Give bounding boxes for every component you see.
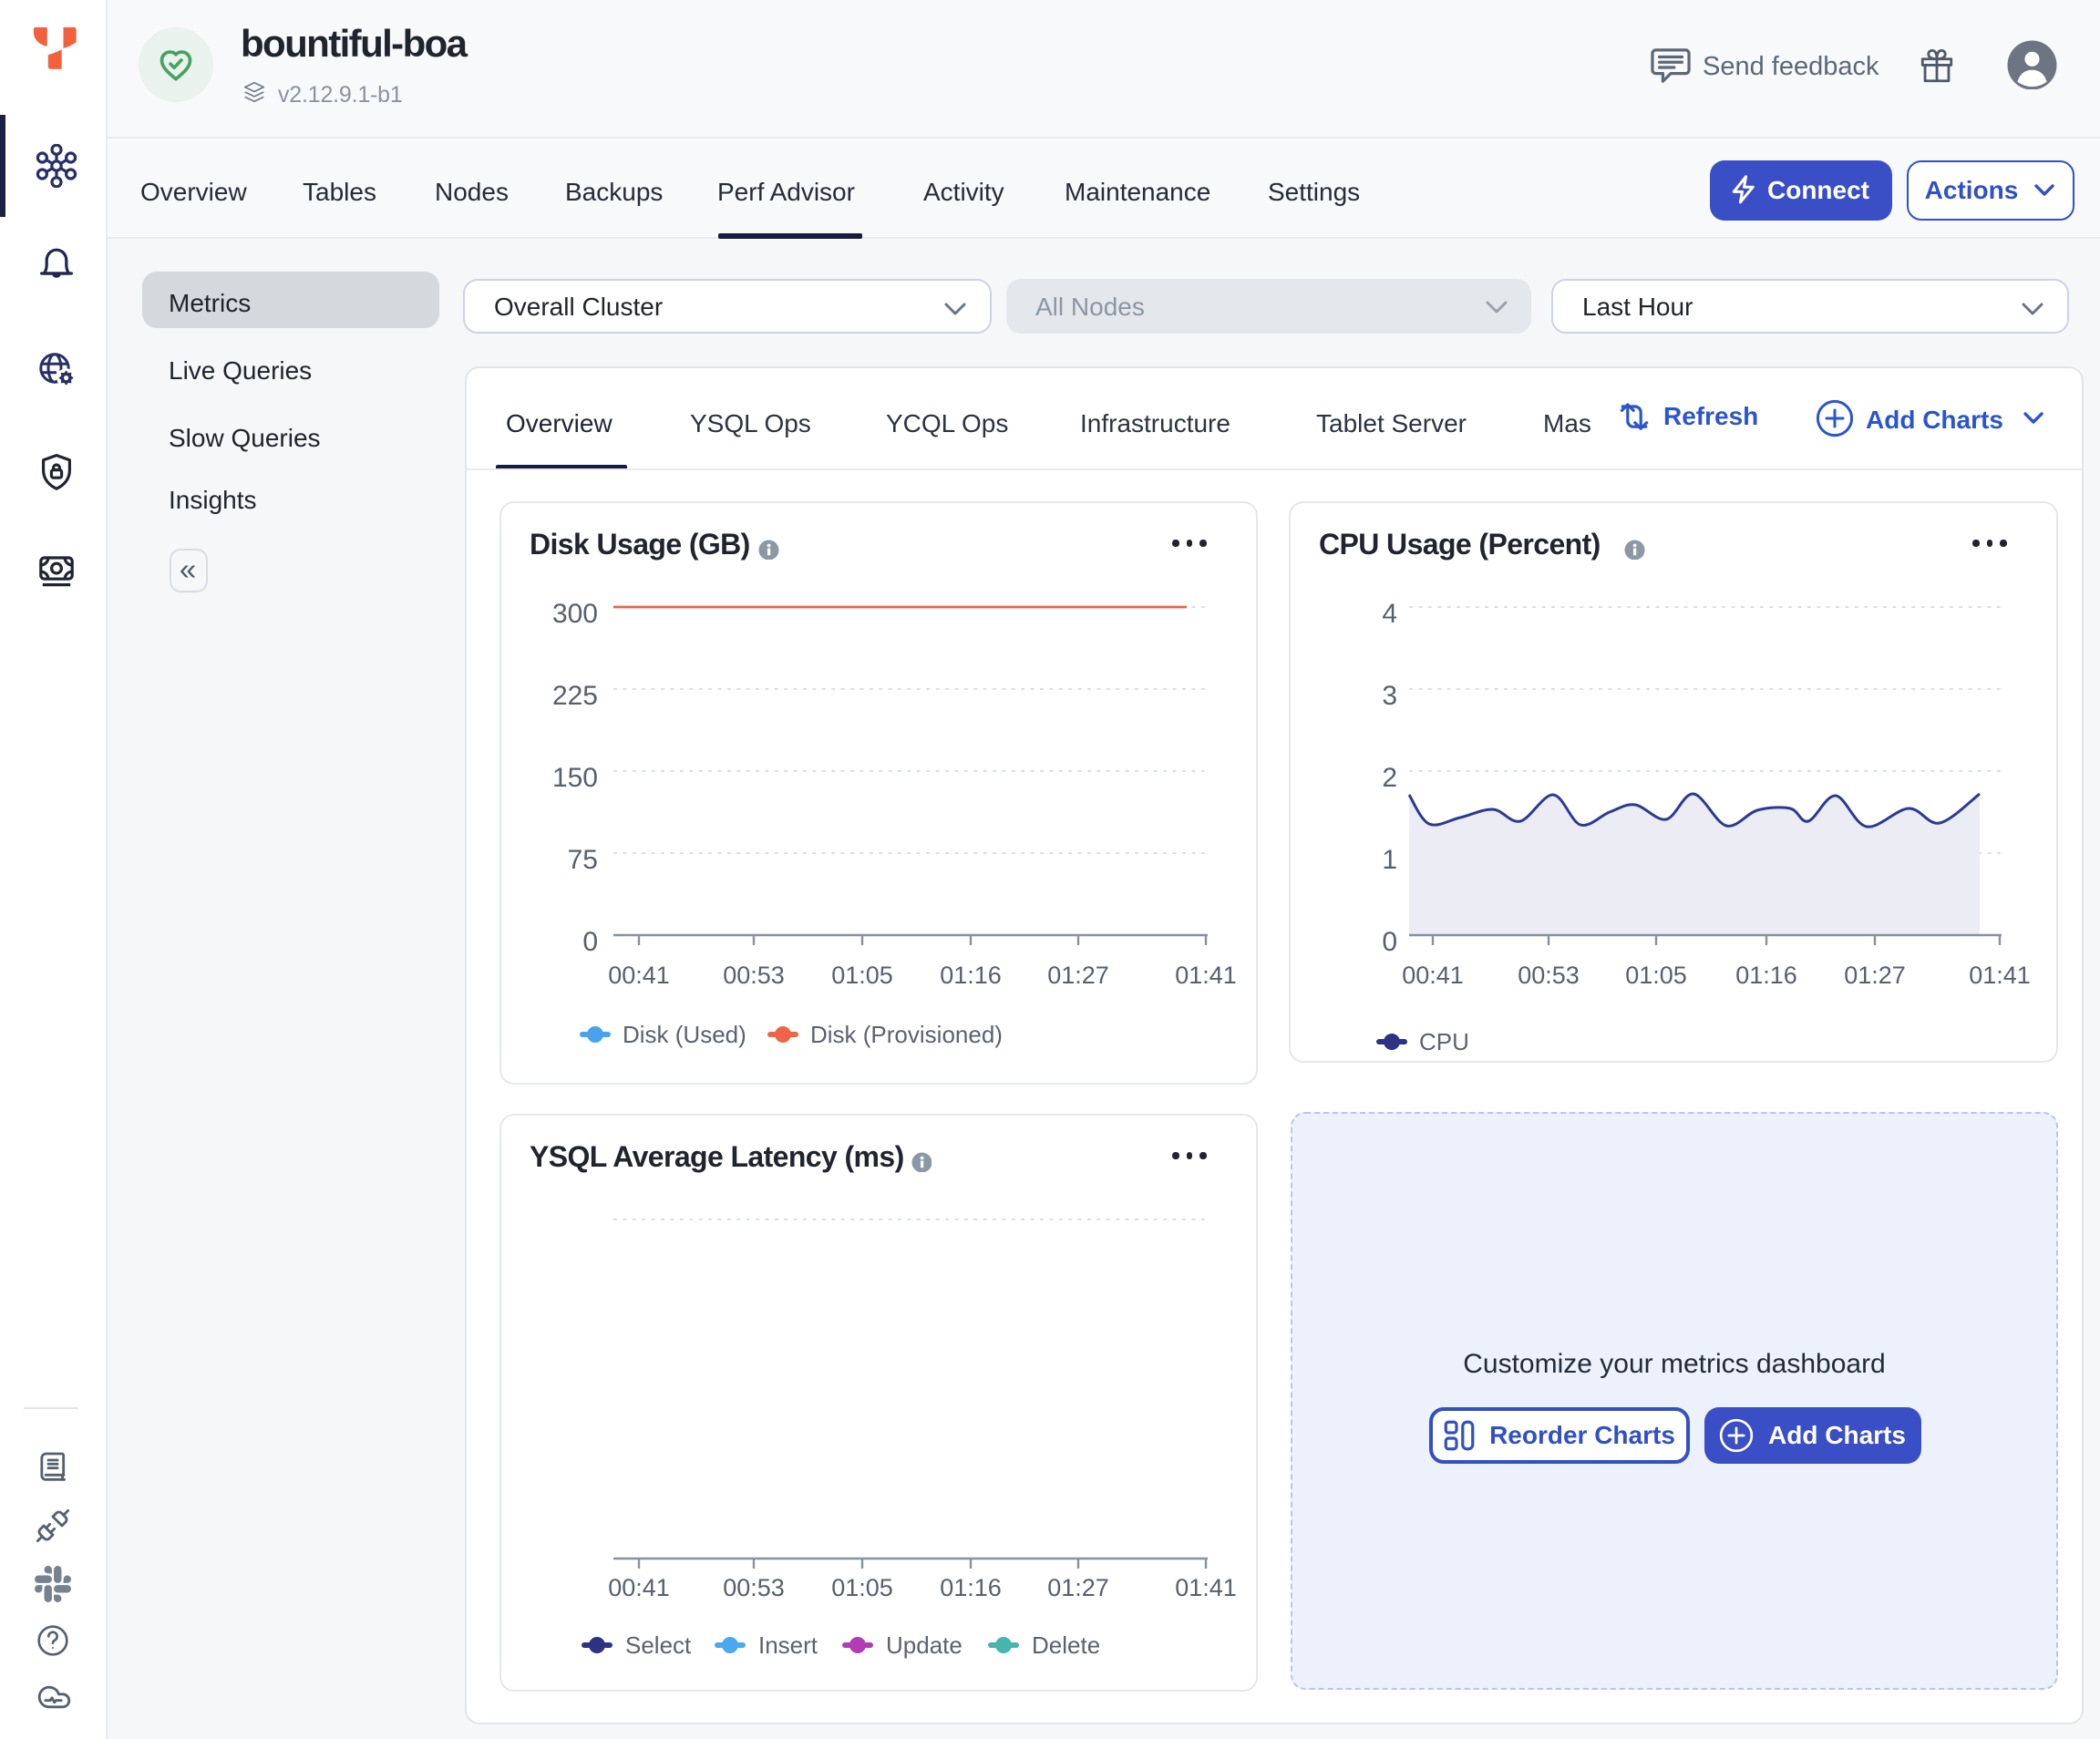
svg-text:3: 3: [1382, 681, 1397, 711]
svg-text:01:16: 01:16: [940, 962, 1002, 989]
svg-text:01:05: 01:05: [1625, 962, 1687, 989]
svg-text:01:41: 01:41: [1175, 962, 1237, 989]
svg-text:01:05: 01:05: [831, 962, 893, 989]
svg-text:01:16: 01:16: [940, 1574, 1002, 1601]
svg-text:1: 1: [1382, 845, 1397, 875]
svg-text:150: 150: [552, 763, 598, 793]
svg-text:01:27: 01:27: [1047, 1574, 1109, 1601]
svg-text:0: 0: [582, 927, 598, 957]
svg-text:00:41: 00:41: [608, 1574, 670, 1601]
svg-text:01:41: 01:41: [1969, 962, 2031, 989]
svg-text:01:16: 01:16: [1735, 962, 1797, 989]
svg-text:225: 225: [552, 681, 598, 711]
svg-text:00:53: 00:53: [723, 1574, 785, 1601]
svg-text:75: 75: [568, 845, 598, 875]
svg-text:300: 300: [552, 599, 598, 629]
svg-text:00:53: 00:53: [723, 962, 785, 989]
svg-text:01:27: 01:27: [1047, 962, 1109, 989]
svg-text:4: 4: [1382, 599, 1397, 629]
svg-text:01:41: 01:41: [1175, 1574, 1237, 1601]
svg-text:0: 0: [1382, 927, 1397, 957]
svg-text:01:27: 01:27: [1844, 962, 1906, 989]
svg-text:00:41: 00:41: [608, 962, 670, 989]
svg-text:00:53: 00:53: [1518, 962, 1580, 989]
svg-text:2: 2: [1382, 763, 1397, 793]
svg-text:01:05: 01:05: [831, 1574, 893, 1601]
svg-text:00:41: 00:41: [1402, 962, 1464, 989]
